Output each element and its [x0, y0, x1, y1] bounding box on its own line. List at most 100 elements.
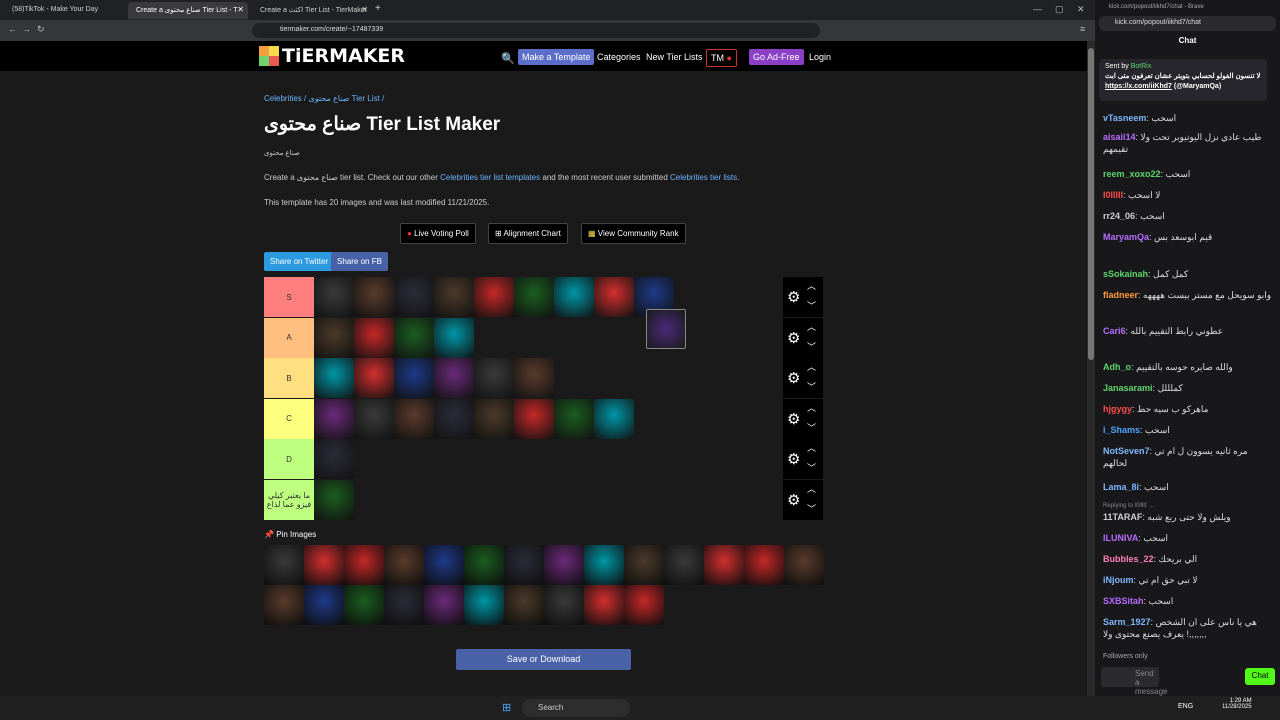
taskbar-search[interactable]: Search — [522, 699, 630, 717]
gear-icon[interactable]: ⚙ — [787, 410, 800, 428]
tier-image[interactable] — [314, 439, 354, 479]
reload-icon[interactable]: ↻ — [37, 24, 45, 35]
chat-input[interactable]: Send a message — [1101, 667, 1167, 696]
tab-tiktok[interactable]: (58)TikTok - Make Your Day — [4, 2, 124, 19]
pool-image[interactable] — [304, 585, 344, 625]
chevron-down-icon[interactable]: ﹀ — [807, 380, 816, 393]
tier-image[interactable] — [514, 358, 554, 398]
share-fb-button[interactable]: Share on FB — [331, 252, 388, 271]
chevron-up-icon[interactable]: ︿ — [807, 441, 816, 454]
url-field[interactable]: tiermaker.com/create/--17487339 — [252, 23, 820, 38]
chat-username[interactable]: SXBSitah — [1103, 596, 1144, 606]
windows-start-icon[interactable]: ⊞ — [502, 701, 511, 714]
close-window-icon[interactable]: ✕ — [1077, 4, 1085, 15]
tier-image[interactable] — [394, 398, 434, 439]
tier-image[interactable] — [354, 277, 394, 317]
gear-icon[interactable]: ⚙ — [787, 369, 800, 387]
language-indicator[interactable]: ENG — [1178, 703, 1193, 710]
chat-username[interactable]: Lama_8i — [1103, 482, 1139, 492]
pool-image[interactable] — [744, 545, 784, 585]
pool-image[interactable] — [584, 545, 624, 585]
tier-image[interactable] — [394, 277, 434, 317]
make-template-button[interactable]: Make a Template — [518, 49, 595, 65]
templates-link[interactable]: Celebrities tier list templates — [440, 173, 540, 182]
chat-username[interactable]: fladneer — [1103, 290, 1138, 300]
tab-tiermaker-active[interactable]: Create a صناع محتوى Tier List - T ✕ — [128, 2, 248, 19]
chat-username[interactable]: 11TARAF — [1103, 512, 1142, 522]
pinned-link[interactable]: https://x.com/iiKhd7 — [1105, 83, 1172, 90]
pool-image[interactable] — [624, 545, 664, 585]
pool-image[interactable] — [384, 585, 424, 625]
tier-image[interactable] — [354, 398, 394, 439]
search-icon[interactable]: 🔍 — [497, 49, 519, 68]
chat-username[interactable]: rr24_06 — [1103, 211, 1135, 221]
new-tab-icon[interactable]: + — [374, 2, 388, 19]
chat-username[interactable]: MaryamQa — [1103, 232, 1149, 242]
chevron-down-icon[interactable]: ﹀ — [807, 421, 816, 434]
tier-image[interactable] — [314, 479, 354, 520]
tier-image[interactable] — [314, 398, 354, 439]
maximize-icon[interactable]: ▢ — [1055, 4, 1064, 15]
pool-image[interactable] — [384, 545, 424, 585]
tier-image[interactable] — [434, 358, 474, 398]
chat-username[interactable]: Bubbles_22 — [1103, 554, 1154, 564]
chat-username[interactable]: reem_xoxo22 — [1103, 169, 1161, 179]
pool-image[interactable] — [424, 585, 464, 625]
pool-image[interactable] — [784, 545, 824, 585]
close-icon[interactable]: ✕ — [361, 5, 368, 14]
chat-username[interactable]: aisaii14 — [1103, 132, 1136, 142]
pool-image[interactable] — [464, 545, 504, 585]
tier-image[interactable] — [354, 317, 394, 358]
pool-image[interactable] — [584, 585, 624, 625]
pool-image[interactable] — [664, 545, 704, 585]
chevron-down-icon[interactable]: ﹀ — [807, 340, 816, 353]
tier-label[interactable]: ما يعتبر كيلي فيزو عما لذاع — [264, 479, 314, 520]
share-twitter-button[interactable]: Share on Twitter — [264, 252, 335, 271]
scrollbar-thumb[interactable] — [1088, 48, 1094, 360]
login-link[interactable]: Login — [805, 49, 835, 65]
pool-image[interactable] — [344, 585, 384, 625]
tier-image[interactable] — [594, 277, 634, 317]
back-icon[interactable]: ← — [8, 24, 17, 34]
pool-image[interactable] — [264, 585, 304, 625]
chat-username[interactable]: sSokainah — [1103, 269, 1148, 279]
pool-image[interactable] — [704, 545, 744, 585]
tier-image[interactable] — [394, 358, 434, 398]
gear-icon[interactable]: ⚙ — [787, 329, 800, 347]
chevron-down-icon[interactable]: ﹀ — [807, 461, 816, 474]
tier-label[interactable]: B — [264, 358, 314, 398]
chat-username[interactable]: Cari6 — [1103, 326, 1126, 336]
tier-image[interactable] — [394, 317, 434, 358]
chevron-down-icon[interactable]: ﹀ — [807, 299, 816, 312]
tier-image[interactable] — [514, 277, 554, 317]
tier-image[interactable] — [314, 317, 354, 358]
community-rank-button[interactable]: ▦ View Community Rank — [581, 223, 686, 244]
pool-image[interactable] — [304, 545, 344, 585]
tier-image[interactable] — [434, 398, 474, 439]
dragging-image[interactable] — [646, 309, 686, 349]
pool-image[interactable] — [504, 585, 544, 625]
chat-url-field[interactable]: kick.com/popout/iikhd7/chat — [1099, 16, 1276, 31]
tier-image[interactable] — [554, 277, 594, 317]
chat-username[interactable]: hjgygy — [1103, 404, 1132, 414]
tier-lists-link[interactable]: Celebrities tier lists — [670, 173, 737, 182]
pool-image[interactable] — [544, 585, 584, 625]
pool-image[interactable] — [624, 585, 664, 625]
tier-image[interactable] — [314, 358, 354, 398]
tier-image[interactable] — [354, 358, 394, 398]
tier-label[interactable]: S — [264, 277, 314, 317]
chat-send-button[interactable]: Chat — [1245, 668, 1275, 685]
tier-image[interactable] — [474, 358, 514, 398]
tier-label[interactable]: C — [264, 398, 314, 439]
chat-username[interactable]: Adh_o — [1103, 362, 1131, 372]
chevron-up-icon[interactable]: ︿ — [807, 401, 816, 414]
chat-username[interactable]: ILUNIVA — [1103, 533, 1138, 543]
tab-tiermaker[interactable]: Create a اكثث Tier List - TierMaker ✕ — [252, 2, 372, 19]
tier-image[interactable] — [434, 277, 474, 317]
chevron-up-icon[interactable]: ︿ — [807, 360, 816, 373]
chevron-up-icon[interactable]: ︿ — [807, 279, 816, 292]
chat-username[interactable]: iNjoum — [1103, 575, 1134, 585]
tier-image[interactable] — [514, 398, 554, 439]
new-tier-lists-link[interactable]: New Tier Lists — [642, 49, 707, 65]
tier-image[interactable] — [434, 317, 474, 358]
